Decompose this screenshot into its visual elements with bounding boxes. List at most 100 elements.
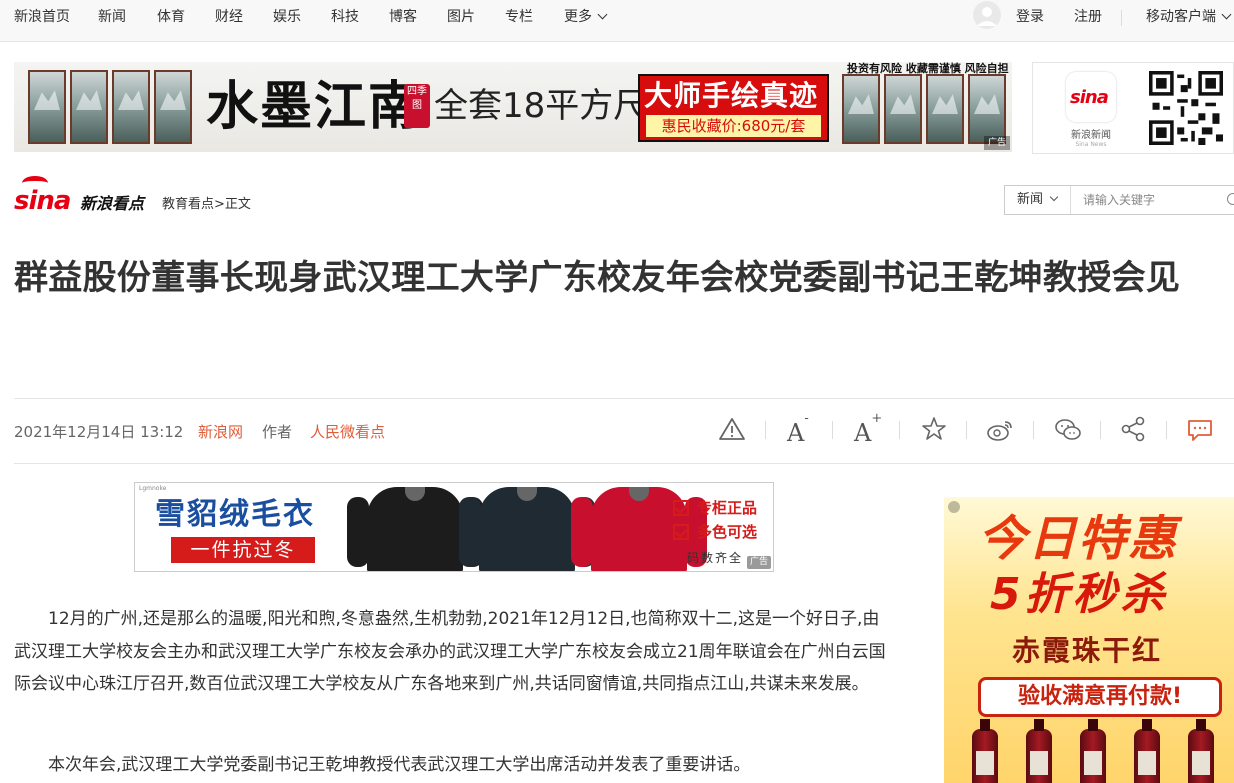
search-icon[interactable]: [1227, 193, 1234, 205]
ad-info-icon[interactable]: [948, 501, 960, 513]
nav-divider: [1121, 10, 1122, 26]
search-scope-label: 新闻: [1017, 192, 1044, 207]
painting-thumb: [70, 70, 108, 144]
nav-tech[interactable]: 科技: [331, 0, 359, 34]
top-nav: 新浪首页 新闻 体育 财经 娱乐 科技 博客 图片 专栏 更多 登录 注册 移动…: [0, 0, 1234, 42]
article-title: 群益股份董事长现身武汉理工大学广东校友年会校党委副书记王乾坤教授会见: [14, 258, 1181, 298]
plus-sign: +: [871, 411, 883, 426]
wine-ad-line2: 5折秒杀: [990, 569, 1169, 620]
banner-ad-headline: 大师手绘真迹: [644, 79, 819, 112]
app-name-en: Sina News: [1075, 141, 1107, 148]
mobile-client-menu[interactable]: 移动客户端: [1146, 0, 1232, 34]
ad-tag: 广告: [746, 556, 771, 569]
banner-ad-subtitle: 全套18平方尺: [434, 86, 648, 126]
sweater-image-navy: [459, 487, 595, 571]
sweater-feature-colors: 多色可选: [673, 521, 757, 542]
tool-divider: [832, 421, 833, 439]
painting-thumb: [926, 74, 964, 144]
divider: [14, 463, 1234, 464]
sweater-image-black: [347, 487, 483, 571]
wine-bottle-image: [1080, 719, 1106, 783]
qr-code-icon: [1149, 71, 1223, 145]
painting-thumb: [884, 74, 922, 144]
app-download-card[interactable]: sina 新浪新闻 Sina News: [1032, 62, 1234, 154]
sina-news-app-logo: sina: [1066, 72, 1116, 122]
nav-sports[interactable]: 体育: [157, 0, 185, 34]
sweater-ad-subtitle: 一件抗过冬: [171, 537, 315, 563]
wechat-share-icon[interactable]: [1054, 414, 1082, 444]
search-scope-select[interactable]: 新闻: [1005, 186, 1071, 214]
chevron-down-icon: [597, 9, 608, 20]
search-input[interactable]: [1073, 186, 1223, 214]
comment-icon[interactable]: [1186, 414, 1214, 444]
wine-ad[interactable]: 今日特惠 5折秒杀 赤霞珠干红 验收满意再付款!: [944, 497, 1234, 783]
sina-wordmark: sina: [14, 186, 71, 216]
painting-thumb: [112, 70, 150, 144]
user-avatar-icon[interactable]: [970, 0, 1004, 30]
font-decrease-label: A: [787, 419, 805, 447]
app-name: 新浪新闻: [1071, 130, 1111, 141]
font-increase-button[interactable]: A+: [854, 411, 883, 448]
source-link[interactable]: 新浪网: [198, 422, 243, 442]
nav-entertainment[interactable]: 娱乐: [273, 0, 301, 34]
checkbox-icon: [673, 500, 689, 516]
breadcrumb[interactable]: 教育看点>正文: [162, 193, 251, 212]
nav-more[interactable]: 更多: [564, 0, 608, 34]
wine-bottle-image: [1026, 719, 1052, 783]
wine-ad-line4: 验收满意再付款!: [978, 677, 1222, 717]
sina-kandian-logo[interactable]: sina 新浪看点: [14, 176, 154, 218]
report-warning-icon[interactable]: [718, 414, 746, 444]
search-box: 新闻: [1004, 185, 1234, 215]
minus-sign: -: [804, 411, 809, 426]
wine-ad-line1: 今日特惠: [978, 511, 1179, 567]
wine-bottle-image: [1188, 719, 1214, 783]
sweater-ad[interactable]: Lgmnoke 雪貂绒毛衣 一件抗过冬 专柜正品 多色可选 码数齐全 广告: [134, 482, 774, 572]
banner-ad-price: 惠民收藏价:680元/套: [646, 115, 821, 137]
login-link[interactable]: 登录: [1016, 0, 1044, 34]
painting-thumb: [154, 70, 192, 144]
nav-news[interactable]: 新闻: [98, 0, 126, 34]
wine-bottle-image: [972, 719, 998, 783]
painting-thumb: [842, 74, 880, 144]
sweater-sizes: 码数齐全: [687, 551, 744, 565]
ad-brand: Lgmnoke: [139, 485, 167, 492]
tool-divider: [765, 421, 766, 439]
wine-bottle-image: [1134, 719, 1160, 783]
divider: [14, 398, 1234, 399]
painting-thumb: [28, 70, 66, 144]
tool-divider: [1166, 421, 1167, 439]
chevron-down-icon: [1049, 192, 1059, 202]
tool-divider: [1033, 421, 1034, 439]
author-link[interactable]: 人民微看点: [310, 422, 385, 442]
weibo-share-icon[interactable]: [986, 414, 1014, 444]
mobile-client-label: 移动客户端: [1146, 9, 1216, 25]
banner-ad[interactable]: 水墨江南 四季图 全套18平方尺 大师手绘真迹 惠民收藏价:680元/套 投资有…: [14, 62, 1012, 152]
chevron-down-icon: [1221, 9, 1232, 20]
article-paragraph: 本次年会,武汉理工大学党委副书记王乾坤教授代表武汉理工大学出席活动并发表了重要讲…: [48, 755, 751, 775]
banner-ad-seal: 四季图: [404, 84, 430, 128]
sweater-feature-authentic: 专柜正品: [673, 497, 757, 518]
kandian-wordmark: 新浪看点: [80, 194, 145, 213]
share-icon[interactable]: [1120, 414, 1148, 444]
banner-ad-offer: 大师手绘真迹 惠民收藏价:680元/套: [638, 74, 829, 142]
nav-photos[interactable]: 图片: [447, 0, 475, 34]
wine-ad-line3: 赤霞珠干红: [1012, 634, 1163, 667]
favorite-star-icon[interactable]: [920, 414, 948, 444]
checkbox-icon: [673, 524, 689, 540]
nav-sina-home[interactable]: 新浪首页: [14, 0, 70, 34]
publish-date: 2021年12月14日 13:12: [14, 423, 184, 441]
font-decrease-button[interactable]: A-: [787, 411, 809, 448]
tool-divider: [899, 421, 900, 439]
tool-divider: [966, 421, 967, 439]
nav-finance[interactable]: 财经: [215, 0, 243, 34]
ad-tag: 广告: [983, 136, 1010, 150]
author-label: 作者: [262, 423, 293, 441]
nav-columns[interactable]: 专栏: [505, 0, 533, 34]
banner-ad-title: 水墨江南: [206, 76, 423, 137]
painting-thumb: [968, 74, 1006, 144]
register-link[interactable]: 注册: [1074, 0, 1102, 34]
font-increase-label: A: [854, 419, 872, 447]
nav-blog[interactable]: 博客: [389, 0, 417, 34]
sweater-ad-title: 雪貂绒毛衣: [155, 497, 315, 532]
tool-divider: [1100, 421, 1101, 439]
